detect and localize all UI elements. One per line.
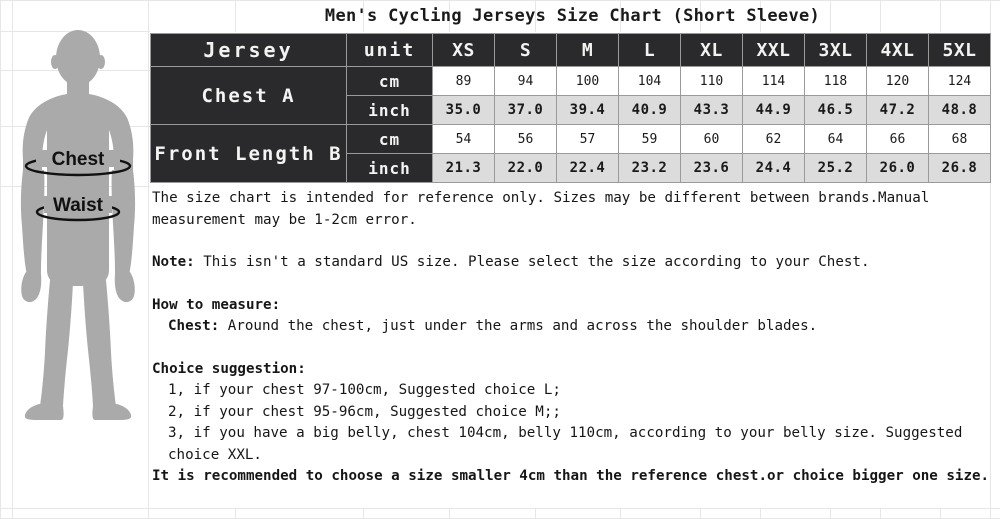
cell-frontlength-cm-xxl: 62 [742,124,805,154]
how-to-measure-chest: Chest: Around the chest, just under the … [152,316,992,338]
header-size-xxl: XXL [742,33,805,67]
header-size-5xl: 5XL [928,33,991,67]
unit-cm-chest: cm [346,66,433,96]
note-disclaimer: The size chart is intended for reference… [152,190,930,228]
row-label-front-length-b: Front Length B [150,124,347,183]
size-recommendation: It is recommended to choose a size small… [152,468,990,484]
header-size-xl: XL [680,33,743,67]
cell-chest-inch-xxl: 44.9 [742,95,805,125]
table-header-row: Jersey unit XS S M L XL XXL 3XL 4XL 5XL [150,33,991,67]
cell-chest-inch-l: 40.9 [618,95,681,125]
cell-chest-inch-3xl: 46.5 [804,95,867,125]
table-row-chest-cm: Chest A cm 89 94 100 104 110 114 118 120… [150,66,991,125]
header-size-3xl: 3XL [804,33,867,67]
cell-chest-cm-5xl: 124 [928,66,991,96]
cell-frontlength-cm-m: 57 [556,124,619,154]
note-body: This isn't a standard US size. Please se… [194,254,870,270]
header-size-m: M [556,33,619,67]
header-jersey: Jersey [150,33,347,67]
notes-spacer-2 [152,274,992,295]
notes-section: The size chart is intended for reference… [152,188,992,488]
notes-spacer-1 [152,231,992,252]
cell-chest-cm-xs: 89 [432,66,495,96]
cell-frontlength-inch-s: 22.0 [494,153,557,183]
waist-label: Waist [53,195,104,216]
cell-frontlength-inch-m: 22.4 [556,153,619,183]
cell-frontlength-inch-l: 23.2 [618,153,681,183]
cell-frontlength-inch-xs: 21.3 [432,153,495,183]
choice-item-2: 2, if your chest 95-96cm, Suggested choi… [168,403,561,420]
chest-measure-label: Chest: [168,318,220,334]
cell-chest-cm-xxl: 114 [742,66,805,96]
how-to-measure-heading: How to measure: [152,296,281,313]
size-chart-table: Jersey unit XS S M L XL XXL 3XL 4XL 5XL … [150,33,991,183]
cell-chest-inch-xs: 35.0 [432,95,495,125]
chest-label: Chest [52,149,105,170]
choice-item-1: 1, if your chest 97-100cm, Suggested cho… [168,382,561,398]
cell-chest-cm-s: 94 [494,66,557,96]
cell-frontlength-cm-l: 59 [618,124,681,154]
choice-item-3: 3, if you have a big belly, chest 104cm,… [168,425,963,463]
cell-frontlength-inch-xl: 23.6 [680,153,743,183]
cell-chest-inch-5xl: 48.8 [928,95,991,125]
header-size-xs: XS [432,33,495,67]
cell-chest-inch-4xl: 47.2 [866,95,929,125]
cell-frontlength-inch-4xl: 26.0 [866,153,929,183]
cell-chest-inch-s: 37.0 [494,95,557,125]
header-size-s: S [494,33,557,67]
cell-chest-cm-l: 104 [618,66,681,96]
note-label: Note: [152,254,195,270]
header-size-4xl: 4XL [866,33,929,67]
cell-frontlength-cm-3xl: 64 [804,124,867,154]
unit-inch-frontlength: inch [346,153,433,183]
cell-chest-cm-xl: 110 [680,66,743,96]
male-silhouette-icon: Chest Waist [20,30,136,420]
cell-chest-inch-m: 39.4 [556,95,619,125]
cell-frontlength-cm-xl: 60 [680,124,743,154]
chest-measure-body: Around the chest, just under the arms an… [219,318,818,334]
unit-inch-chest: inch [346,95,433,125]
body-measurement-figure: Chest Waist [6,20,150,420]
cell-chest-cm-3xl: 118 [804,66,867,96]
cell-chest-cm-m: 100 [556,66,619,96]
unit-cm-frontlength: cm [346,124,433,154]
header-unit: unit [346,33,433,67]
cell-chest-cm-4xl: 120 [866,66,929,96]
cell-frontlength-inch-xxl: 24.4 [742,153,805,183]
row-label-chest-a: Chest A [150,66,347,125]
header-size-l: L [618,33,681,67]
note-us-size: Note: This isn't a standard US size. Ple… [152,252,992,274]
cell-frontlength-cm-4xl: 66 [866,124,929,154]
cell-frontlength-cm-s: 56 [494,124,557,154]
cell-frontlength-cm-5xl: 68 [928,124,991,154]
cell-frontlength-inch-5xl: 26.8 [928,153,991,183]
cell-frontlength-inch-3xl: 25.2 [804,153,867,183]
cell-chest-inch-xl: 43.3 [680,95,743,125]
page-title: Men's Cycling Jerseys Size Chart (Short … [324,6,821,26]
cell-frontlength-cm-xs: 54 [432,124,495,154]
table-row-frontlength-cm: Front Length B cm 54 56 57 59 60 62 64 6… [150,124,991,183]
notes-spacer-3 [152,338,992,359]
choice-suggestion-heading: Choice suggestion: [152,360,306,377]
